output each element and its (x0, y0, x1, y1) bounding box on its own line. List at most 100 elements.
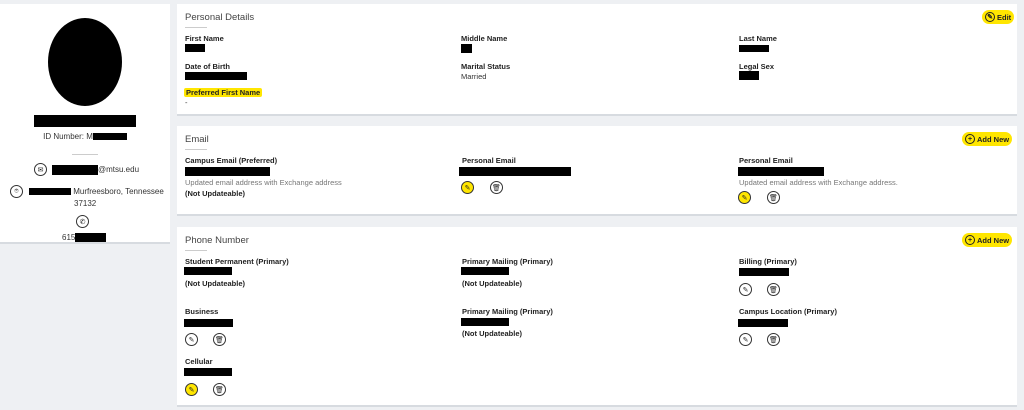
trash-icon: 🗑 (215, 386, 224, 394)
personal-email-1-label: Personal Email (462, 156, 516, 165)
campus-email-note: Updated email address with Exchange addr… (185, 178, 342, 187)
profile-phone: 615 (62, 233, 107, 243)
billing-label: Billing (Primary) (739, 257, 797, 266)
redacted-phone (75, 233, 107, 243)
marital-status-label: Marital Status (461, 62, 511, 71)
pencil-icon: ✎ (741, 194, 748, 202)
preferred-first-name-value: - (185, 98, 188, 107)
section-divider (185, 250, 207, 251)
pencil-icon: ✎ (188, 336, 195, 344)
plus-circle-icon: + (965, 134, 975, 144)
redacted-cellular (184, 368, 232, 376)
redacted-middle-name (461, 44, 472, 53)
location-pin-icon: ⌾ (10, 185, 23, 198)
profile-phone-prefix: 615 (62, 233, 76, 242)
primary-mailing-1-status: (Not Updateable) (462, 279, 522, 288)
preferred-first-name-highlight: Preferred First Name (184, 88, 263, 97)
middle-name-label: Middle Name (461, 34, 508, 43)
delete-business-button[interactable]: 🗑 (213, 333, 226, 346)
trash-icon: 🗑 (769, 286, 778, 294)
redacted-campus-location (738, 319, 788, 327)
edit-business-button[interactable]: ✎ (185, 333, 198, 346)
personal-details-panel: Personal Details ✎ Edit First Name Middl… (177, 4, 1017, 116)
preferred-first-name-label: Preferred First Name (184, 88, 263, 97)
add-phone-label: Add New (977, 235, 1010, 245)
email-panel: Email + Add New Campus Email (Preferred)… (177, 126, 1017, 216)
redacted-primary-mailing-1 (461, 267, 509, 275)
envelope-icon: ✉ (34, 163, 47, 176)
email-title: Email (185, 134, 209, 145)
pencil-icon: ✎ (742, 336, 749, 344)
trash-icon: 🗑 (769, 336, 778, 344)
redacted-legal-sex (739, 71, 759, 80)
pencil-icon: ✎ (464, 184, 471, 192)
profile-divider (72, 154, 98, 155)
primary-mailing-1-label: Primary Mailing (Primary) (462, 257, 553, 266)
id-number-label: ID Number: M (43, 132, 93, 141)
profile-card: ID Number: M ✉ @mtsu.edu ⌾ Murfreesboro,… (0, 4, 170, 244)
edit-personal-email-2-button[interactable]: ✎ (738, 191, 751, 204)
plus-circle-icon: + (965, 235, 975, 245)
redacted-name (34, 115, 136, 127)
legal-sex-label: Legal Sex (739, 62, 775, 71)
edit-personal-email-1-button[interactable]: ✎ (461, 181, 474, 194)
redacted-dob (185, 72, 247, 80)
student-permanent-label: Student Permanent (Primary) (185, 257, 289, 266)
redacted-personal-email-1 (459, 167, 571, 176)
add-phone-button[interactable]: + Add New (962, 233, 1013, 247)
first-name-label: First Name (185, 34, 224, 43)
primary-mailing-2-label: Primary Mailing (Primary) (462, 307, 553, 316)
redacted-billing (739, 268, 789, 276)
edit-campus-location-button[interactable]: ✎ (739, 333, 752, 346)
delete-billing-button[interactable]: 🗑 (767, 283, 780, 296)
profile-address-line2: 37132 (74, 199, 97, 208)
personal-details-title: Personal Details (185, 12, 255, 23)
add-email-label: Add New (977, 134, 1010, 144)
section-divider (185, 27, 207, 28)
business-label: Business (185, 307, 219, 316)
add-email-button[interactable]: + Add New (962, 132, 1013, 146)
phone-icon: ✆ (76, 215, 89, 228)
id-number: ID Number: M (0, 132, 170, 141)
profile-address: Murfreesboro, Tennessee (29, 187, 165, 196)
primary-mailing-2-status: (Not Updateable) (462, 329, 522, 338)
redacted-business (184, 319, 233, 327)
redacted-email (52, 165, 98, 175)
trash-icon: 🗑 (492, 184, 501, 192)
edit-button-label: Edit (997, 12, 1012, 22)
delete-campus-location-button[interactable]: 🗑 (767, 333, 780, 346)
profile-email[interactable]: @mtsu.edu (52, 165, 139, 175)
section-divider (185, 149, 207, 150)
delete-personal-email-2-button[interactable]: 🗑 (767, 191, 780, 204)
profile-email-suffix: @mtsu.edu (98, 165, 140, 175)
redacted-student-permanent (184, 267, 232, 275)
profile-address-line1: Murfreesboro, Tennessee (73, 187, 164, 196)
dob-label: Date of Birth (185, 62, 230, 71)
marital-status-value: Married (461, 72, 487, 81)
redacted-campus-email (185, 167, 270, 176)
phone-panel: Phone Number + Add New Student Permanent… (177, 227, 1017, 407)
edit-button[interactable]: ✎ Edit (982, 10, 1015, 24)
campus-email-label: Campus Email (Preferred) (185, 156, 278, 165)
delete-personal-email-1-button[interactable]: 🗑 (490, 181, 503, 194)
cellular-label: Cellular (185, 357, 213, 366)
campus-location-label: Campus Location (Primary) (739, 307, 837, 316)
student-permanent-status: (Not Updateable) (185, 279, 245, 288)
personal-email-2-label: Personal Email (739, 156, 793, 165)
redacted-primary-mailing-2 (461, 318, 509, 326)
delete-cellular-button[interactable]: 🗑 (213, 383, 226, 396)
edit-cellular-button[interactable]: ✎ (185, 383, 198, 396)
redacted-personal-email-2 (738, 167, 824, 176)
pencil-icon: ✎ (188, 386, 195, 394)
pencil-icon: ✎ (742, 286, 749, 294)
redacted-last-name (739, 45, 769, 52)
redacted-id (92, 133, 127, 141)
redacted-street (29, 188, 71, 196)
personal-email-2-note: Updated email address with Exchange addr… (739, 178, 898, 187)
phone-title: Phone Number (185, 235, 249, 246)
campus-email-status: (Not Updateable) (185, 189, 245, 198)
redacted-first-name (185, 44, 205, 52)
edit-billing-button[interactable]: ✎ (739, 283, 752, 296)
last-name-label: Last Name (739, 34, 777, 43)
avatar (48, 18, 122, 106)
